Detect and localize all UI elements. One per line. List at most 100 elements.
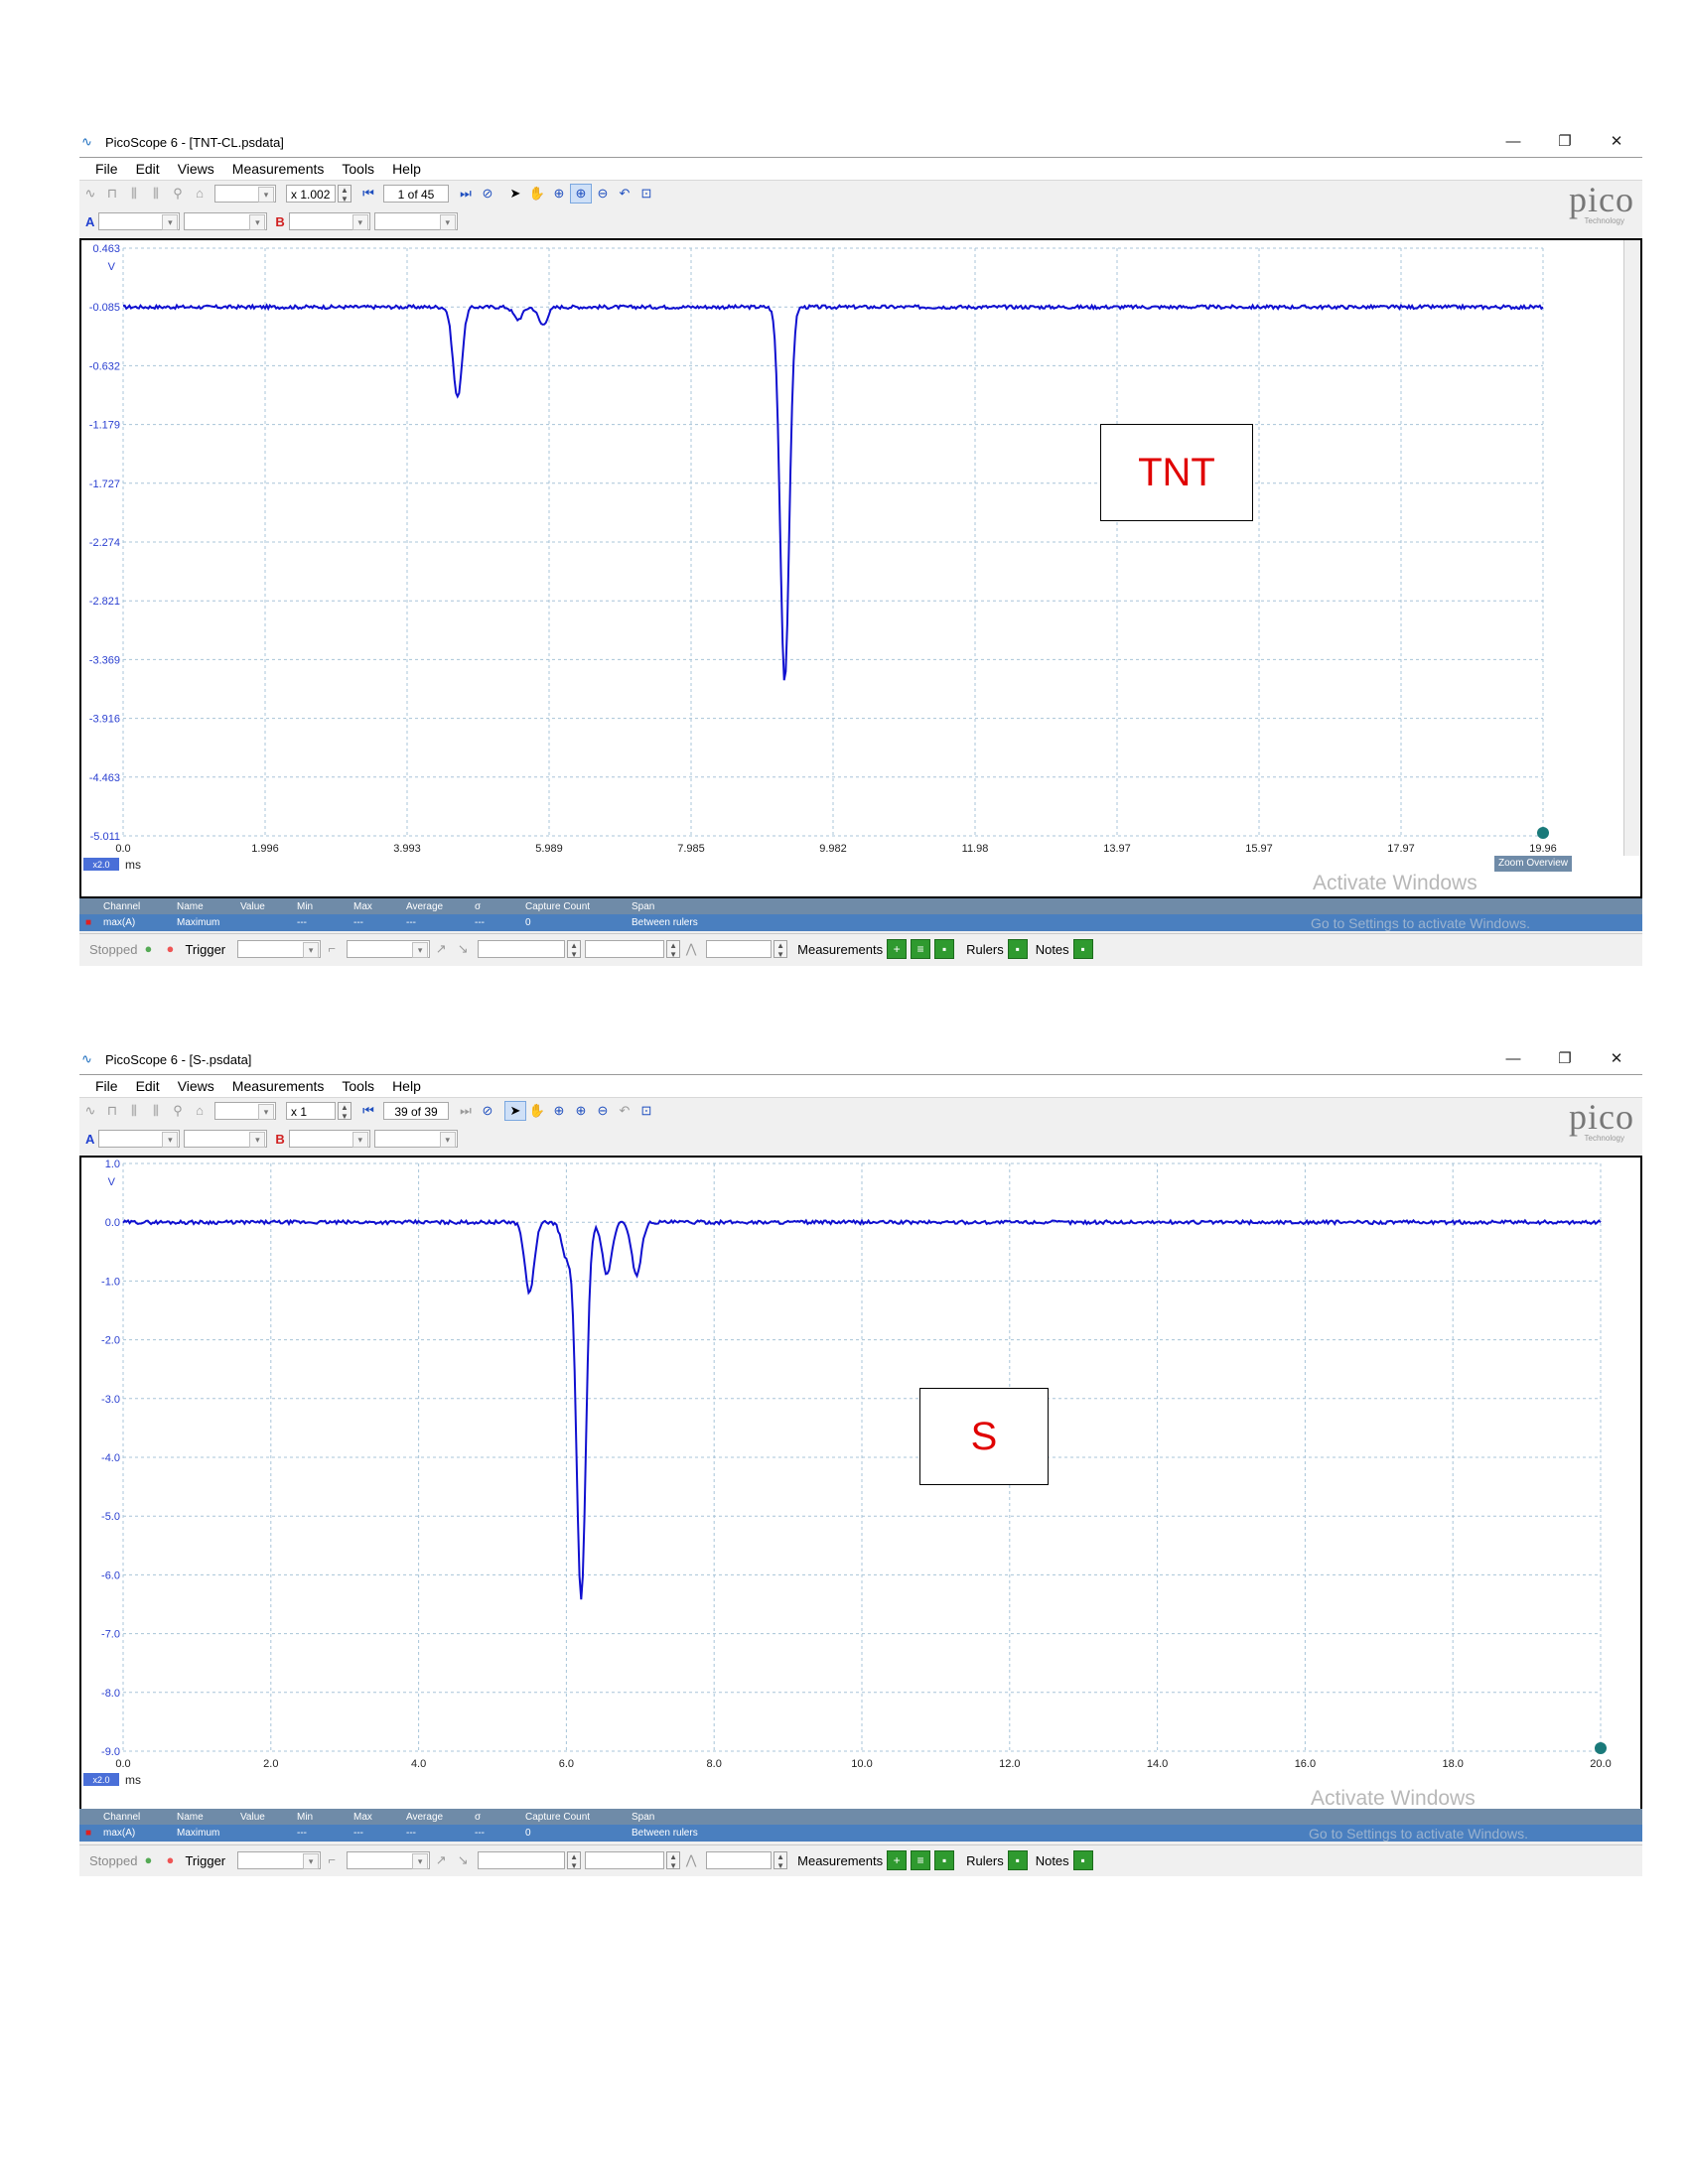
undo-zoom-icon[interactable]: ↶	[614, 1101, 635, 1121]
edit-measurement-icon[interactable]: ≡	[911, 939, 931, 959]
menu-edit[interactable]: Edit	[136, 161, 160, 177]
channel-a-label[interactable]: A	[85, 214, 94, 229]
channel-b-coupling-select[interactable]: ▾	[373, 1130, 458, 1148]
zoom-stepper[interactable]: ▲ ▼	[338, 1102, 352, 1121]
stop-icon[interactable]: ●	[159, 939, 181, 959]
menu-help[interactable]: Help	[392, 161, 421, 177]
menu-edit[interactable]: Edit	[136, 1078, 160, 1094]
zoom-area-icon[interactable]: ⊕	[570, 184, 592, 204]
pretrigger-stepper[interactable]: ▲ ▼	[666, 940, 681, 959]
delay-stepper[interactable]: ▲ ▼	[774, 940, 788, 959]
home-icon[interactable]: ⌂	[189, 1101, 211, 1121]
close-button[interactable]: ✕	[1591, 127, 1642, 157]
channel-b-coupling-select[interactable]: ▾	[373, 212, 458, 230]
trigger-source-select[interactable]: ▾	[347, 940, 431, 958]
probe-icon[interactable]: ⚲	[167, 184, 189, 204]
run-icon[interactable]: ●	[137, 939, 159, 959]
spectrum-mode-icon[interactable]: ⫼	[123, 184, 145, 204]
add-measurement-icon[interactable]: +	[887, 1850, 908, 1870]
trigger-level-field[interactable]	[478, 1851, 566, 1869]
channel-b-label[interactable]: B	[275, 1132, 284, 1147]
menu-views[interactable]: Views	[178, 161, 214, 177]
timebase-select[interactable]: ▾	[214, 185, 276, 203]
channel-a-range-select[interactable]: ▾	[98, 1130, 181, 1148]
close-button[interactable]: ✕	[1591, 1044, 1642, 1074]
prev-capture-icon[interactable]: ⏮	[357, 1101, 379, 1121]
advanced-trigger-icon[interactable]: ⋀	[680, 1850, 702, 1870]
menu-file[interactable]: File	[95, 161, 118, 177]
scope-view[interactable]: 0.463 -0.085 -0.632 -1.179 -1.727 -2.274 -2.82…	[79, 238, 1642, 898]
zoom-overview-label[interactable]: Zoom Overview	[1494, 856, 1573, 872]
minimize-button[interactable]: —	[1487, 127, 1539, 157]
menu-help[interactable]: Help	[392, 1078, 421, 1094]
menu-file[interactable]: File	[95, 1078, 118, 1094]
scope-view[interactable]: 1.0 0.0 -1.0 -2.0 -3.0 -4.0 -5.0 -6.0 -7.0 -8.0 -9…	[79, 1156, 1642, 1821]
menu-measurements[interactable]: Measurements	[232, 1078, 325, 1094]
undo-zoom-icon[interactable]: ↶	[614, 184, 635, 204]
compass-icon[interactable]: ⊘	[477, 184, 498, 204]
zoom-fit-icon[interactable]: ⊡	[635, 184, 657, 204]
falling-edge-icon[interactable]: ↘	[452, 939, 474, 959]
trigger-source-select[interactable]: ▾	[347, 1851, 431, 1869]
notes-icon[interactable]: ▪	[1072, 1850, 1093, 1870]
scope-plot[interactable]: 0.463 -0.085 -0.632 -1.179 -1.727 -2.274 -2.82…	[81, 240, 1620, 876]
channel-b-range-select[interactable]: ▾	[288, 1130, 370, 1148]
menu-tools[interactable]: Tools	[342, 161, 374, 177]
channel-b-range-select[interactable]: ▾	[288, 212, 370, 230]
minimize-button[interactable]: —	[1487, 1044, 1539, 1074]
rulers-icon[interactable]: ▪	[1007, 1850, 1028, 1870]
zoom-field[interactable]: x 1.002	[286, 185, 336, 203]
add-measurement-icon[interactable]: +	[887, 939, 908, 959]
menu-views[interactable]: Views	[178, 1078, 214, 1094]
spectrum-mode-icon[interactable]: ⫼	[123, 1101, 145, 1121]
pointer-tool-icon[interactable]: ➤	[504, 1101, 526, 1121]
trigger-level-stepper[interactable]: ▲ ▼	[567, 940, 582, 959]
delay-field[interactable]	[706, 940, 773, 958]
channel-a-label[interactable]: A	[85, 1132, 94, 1147]
zoom-stepper[interactable]: ▲ ▼	[338, 185, 352, 204]
table-row[interactable]: ■ max(A) Maximum --- --- --- --- 0 Betwe…	[79, 1825, 1642, 1842]
rising-edge-icon[interactable]: ↗	[430, 1850, 452, 1870]
pointer-tool-icon[interactable]: ➤	[504, 184, 526, 204]
prev-capture-icon[interactable]: ⏮	[357, 184, 379, 204]
restore-button[interactable]: ❐	[1539, 1044, 1591, 1074]
run-icon[interactable]: ●	[137, 1850, 159, 1870]
channel-a-coupling-select[interactable]: ▾	[184, 212, 268, 230]
trigger-edge-icon[interactable]: ⌐	[321, 1850, 343, 1870]
notes-icon[interactable]: ▪	[1072, 939, 1093, 959]
restore-button[interactable]: ❐	[1539, 127, 1591, 157]
zoom-in-icon[interactable]: ⊕	[548, 1101, 570, 1121]
falling-edge-icon[interactable]: ↘	[452, 1850, 474, 1870]
zoom-field[interactable]: x 1	[286, 1102, 336, 1120]
edit-measurement-icon[interactable]: ≡	[911, 1850, 931, 1870]
trigger-mode-select[interactable]: ▾	[237, 940, 322, 958]
zoom-fit-icon[interactable]: ⊡	[635, 1101, 657, 1121]
pretrigger-stepper[interactable]: ▲ ▼	[666, 1851, 681, 1870]
menu-measurements[interactable]: Measurements	[232, 161, 325, 177]
scope-mode-icon[interactable]: ∿	[79, 184, 101, 204]
persistence-mode-icon[interactable]: ⊓	[101, 1101, 123, 1121]
delay-field[interactable]	[706, 1851, 773, 1869]
timebase-select[interactable]: ▾	[214, 1102, 276, 1120]
rulers-icon[interactable]: ▪	[1007, 939, 1028, 959]
table-row[interactable]: ■ max(A) Maximum --- --- --- --- 0 Betwe…	[79, 914, 1642, 931]
channel-a-coupling-select[interactable]: ▾	[184, 1130, 268, 1148]
vertical-scrollbar[interactable]	[1623, 240, 1640, 856]
scope-mode-icon[interactable]: ∿	[79, 1101, 101, 1121]
pretrigger-field[interactable]	[585, 1851, 665, 1869]
channel-options-icon[interactable]: ⫼	[145, 184, 167, 204]
delay-stepper[interactable]: ▲ ▼	[774, 1851, 788, 1870]
hand-tool-icon[interactable]: ✋	[526, 184, 548, 204]
remove-measurement-icon[interactable]: ▪	[934, 939, 955, 959]
menu-tools[interactable]: Tools	[342, 1078, 374, 1094]
zoom-in-icon[interactable]: ⊕	[548, 184, 570, 204]
trigger-level-field[interactable]	[478, 940, 566, 958]
next-capture-icon[interactable]: ⏭	[455, 1101, 477, 1121]
trigger-edge-icon[interactable]: ⌐	[321, 939, 343, 959]
rising-edge-icon[interactable]: ↗	[430, 939, 452, 959]
next-capture-icon[interactable]: ⏭	[455, 184, 477, 204]
persistence-mode-icon[interactable]: ⊓	[101, 184, 123, 204]
pretrigger-field[interactable]	[585, 940, 665, 958]
zoom-area-icon[interactable]: ⊕	[570, 1101, 592, 1121]
home-icon[interactable]: ⌂	[189, 184, 211, 204]
